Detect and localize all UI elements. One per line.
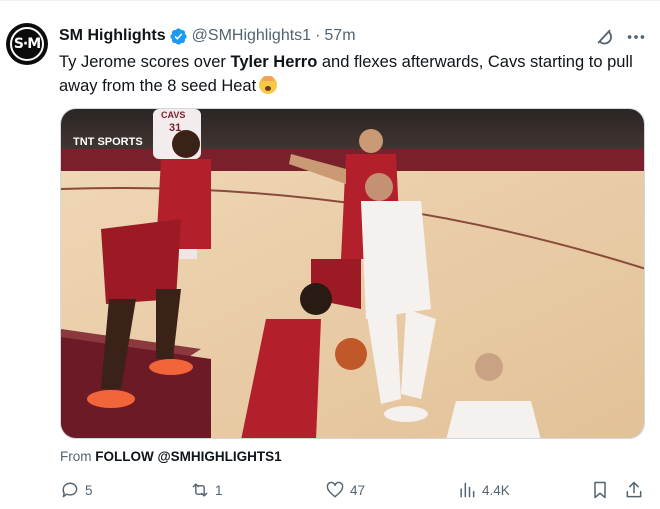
shocked-face-emoji-icon	[259, 76, 278, 94]
like-button[interactable]: 47	[325, 480, 365, 500]
views-button[interactable]: 4.4K	[457, 480, 510, 500]
source-prefix: From	[60, 449, 92, 464]
reply-icon	[62, 482, 78, 498]
reply-button[interactable]: 5	[60, 480, 93, 500]
video-media[interactable]: TNT SPORTS CAVS 31	[60, 108, 645, 439]
jersey-back-number: 31	[169, 122, 181, 134]
broadcaster-logo: TNT SPORTS	[73, 136, 143, 148]
top-divider	[0, 0, 660, 1]
share-icon	[626, 481, 642, 498]
verified-badge-icon	[170, 27, 187, 45]
action-bar: 5 1 47 4.4K	[0, 480, 660, 504]
mentioned-player: Tyler Herro	[230, 53, 318, 71]
avatar[interactable]: S·M	[6, 23, 48, 65]
bookmark-icon	[594, 481, 606, 499]
views-chart-icon	[460, 482, 475, 498]
source-attribution: From FOLLOW @SMHIGHLIGHTS1	[60, 449, 282, 464]
repost-icon	[192, 483, 208, 497]
share-button[interactable]	[624, 480, 644, 500]
jersey-back-text: CAVS	[161, 110, 185, 120]
avatar-logo: S·M	[10, 27, 44, 61]
separator-dot: ·	[315, 27, 321, 44]
tweet-text-part1: Ty Jerome scores over	[59, 53, 231, 71]
grok-icon[interactable]	[594, 26, 616, 48]
reply-count: 5	[85, 482, 93, 498]
source-link[interactable]: FOLLOW @SMHIGHLIGHTS1	[95, 449, 281, 464]
more-options-icon[interactable]	[625, 26, 647, 48]
bookmark-button[interactable]	[590, 480, 610, 500]
author-name[interactable]: SM Highlights	[59, 27, 166, 45]
repost-count: 1	[215, 482, 223, 498]
like-count: 47	[350, 482, 366, 498]
tweet-header: SM Highlights @SMHighlights1 · 57m	[59, 25, 356, 47]
video-frame: TNT SPORTS CAVS 31	[61, 109, 644, 438]
tweet-text: Ty Jerome scores over Tyler Herro and fl…	[59, 50, 649, 98]
views-count: 4.4K	[482, 482, 510, 498]
heart-icon	[326, 481, 344, 498]
author-handle[interactable]: @SMHighlights1	[192, 27, 311, 45]
repost-button[interactable]: 1	[190, 480, 223, 500]
post-time[interactable]: 57m	[324, 27, 355, 45]
